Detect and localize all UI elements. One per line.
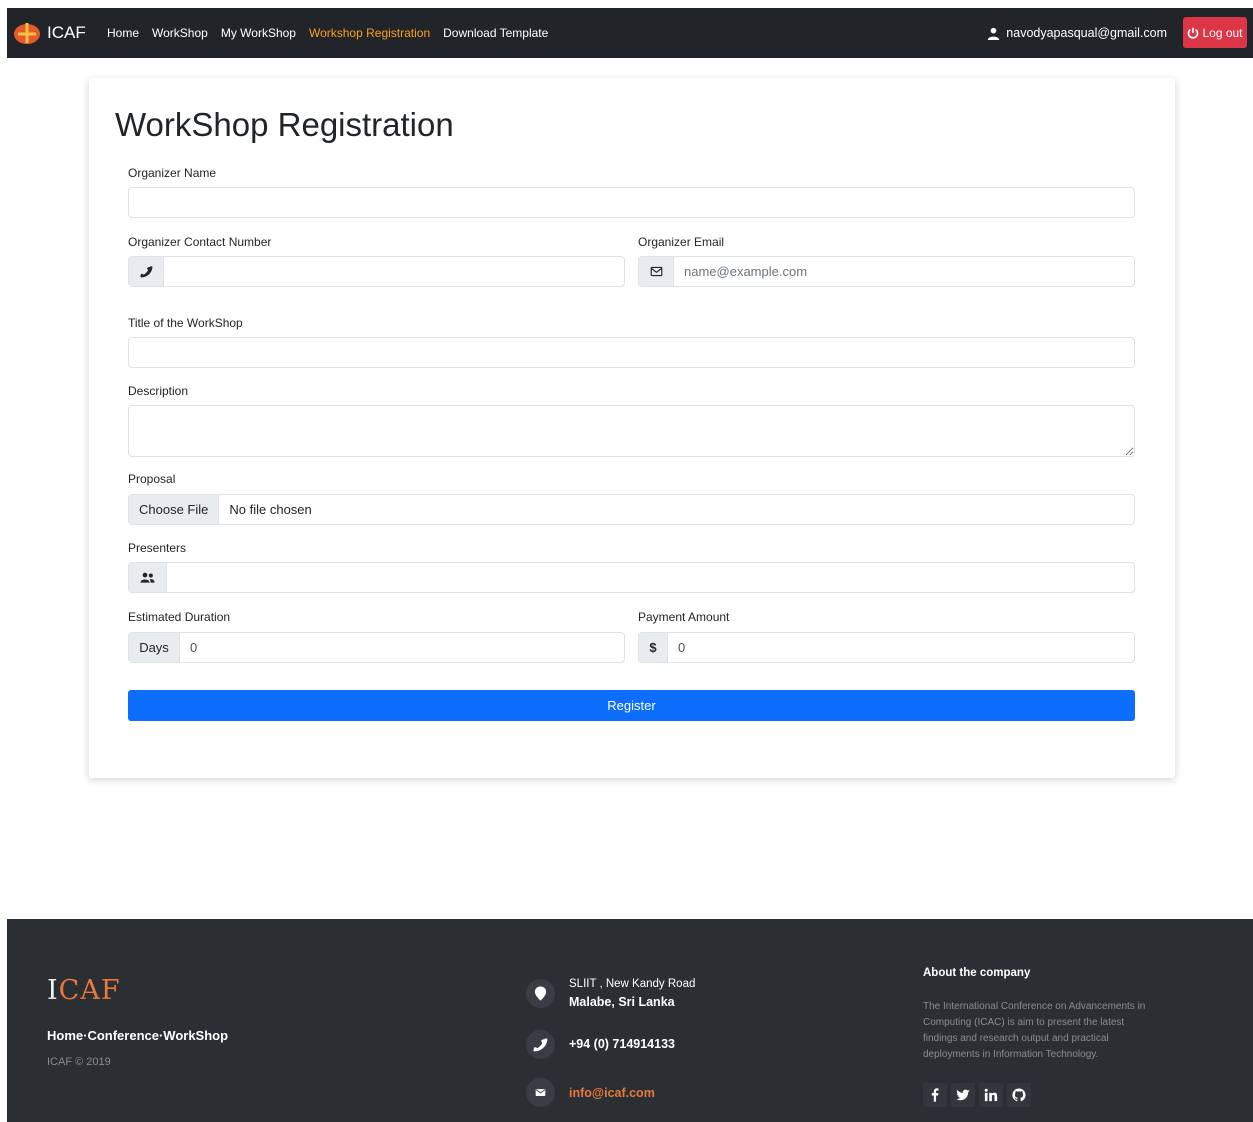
organizer-email-input[interactable]	[674, 257, 1134, 286]
logout-label: Log out	[1202, 25, 1243, 40]
payment-group: $	[638, 632, 1135, 663]
register-button[interactable]: Register	[128, 690, 1135, 721]
workshop-title-input[interactable]	[129, 338, 1134, 367]
nav-link-download-template[interactable]: Download Template	[443, 26, 548, 40]
social-links	[923, 1083, 1031, 1107]
users-icon	[140, 572, 155, 583]
choose-file-button[interactable]: Choose File	[129, 495, 220, 524]
payment-label: Payment Amount	[638, 610, 730, 624]
organizer-email-label: Organizer Email	[638, 235, 725, 249]
address-line1: SLIIT , New Kandy Road	[569, 978, 696, 990]
contact-number-group	[128, 256, 625, 287]
contact-number-input[interactable]	[164, 257, 624, 286]
address-circle	[526, 979, 555, 1008]
envelope-icon	[535, 1089, 546, 1096]
days-addon: Days	[129, 633, 180, 662]
footer-address: SLIIT , New Kandy Road Malabe, Sri Lanka	[526, 975, 695, 1012]
presenters-group	[128, 562, 1135, 593]
organizer-name-field	[128, 187, 1135, 218]
map-marker-icon	[534, 986, 547, 1001]
footer-copyright: ICAF © 2019	[47, 1056, 111, 1068]
contact-addon	[129, 257, 164, 286]
workshop-title-label: Title of the WorkShop	[128, 316, 243, 330]
presenters-input[interactable]	[167, 563, 1134, 592]
facebook-link[interactable]	[923, 1083, 947, 1107]
twitter-icon	[956, 1089, 970, 1101]
nav-link-home[interactable]: Home	[107, 26, 139, 40]
footer-logo-rest: CAF	[58, 975, 121, 1006]
brand-name: ICAF	[47, 23, 86, 42]
footer-phone: +94 (0) 714914133	[526, 1030, 675, 1059]
footer-links[interactable]: Home·Conference·WorkShop	[47, 1028, 228, 1043]
user-info: navodyapasqual@gmail.com	[987, 8, 1167, 58]
logout-button[interactable]: Log out	[1183, 17, 1247, 48]
nav-links: Home WorkShop My WorkShop Workshop Regis…	[107, 8, 548, 58]
email-circle	[526, 1078, 555, 1107]
envelope-icon	[650, 266, 662, 277]
navbar-brand[interactable]: ICAF	[13, 21, 86, 45]
registration-card: WorkShop Registration Organizer Name Org…	[89, 78, 1175, 778]
nav-link-my-workshop[interactable]: My WorkShop	[221, 26, 296, 40]
email-addon	[639, 257, 674, 286]
github-link[interactable]	[1007, 1083, 1031, 1107]
phone-circle	[526, 1030, 555, 1059]
duration-group: Days	[128, 632, 625, 663]
facebook-icon	[931, 1088, 939, 1102]
phone-icon	[533, 1038, 548, 1052]
address-text: SLIIT , New Kandy Road Malabe, Sri Lanka	[569, 975, 695, 1012]
about-text: The International Conference on Advancem…	[923, 1001, 1146, 1060]
user-email: navodyapasqual@gmail.com	[1006, 26, 1167, 40]
user-icon	[988, 27, 1000, 40]
footer-logo[interactable]: ICAF	[47, 975, 121, 1006]
file-status: No file chosen	[229, 502, 312, 517]
linkedin-icon	[984, 1088, 998, 1102]
footer-email: info@icaf.com	[526, 1078, 655, 1107]
presenters-label: Presenters	[128, 541, 187, 555]
nav-link-workshop-registration[interactable]: Workshop Registration	[309, 26, 430, 40]
organizer-name-input[interactable]	[129, 188, 1134, 217]
description-field	[128, 405, 1135, 457]
duration-label: Estimated Duration	[128, 610, 231, 624]
proposal-label: Proposal	[128, 472, 176, 486]
footer-email-link[interactable]: info@icaf.com	[569, 1086, 655, 1100]
contact-number-label: Organizer Contact Number	[128, 235, 272, 249]
duration-input[interactable]	[180, 633, 624, 662]
address-line2: Malabe, Sri Lanka	[569, 995, 675, 1009]
description-textarea[interactable]	[129, 406, 1134, 456]
top-navbar: ICAF Home WorkShop My WorkShop Workshop …	[7, 8, 1253, 58]
dollar-addon: $	[639, 633, 668, 662]
page-title: WorkShop Registration	[115, 106, 454, 143]
workshop-title-field	[128, 337, 1135, 368]
about-title: About the company	[923, 967, 1031, 979]
phone-number: +94 (0) 714914133	[569, 1037, 675, 1051]
payment-input[interactable]	[668, 633, 1134, 662]
github-icon	[1012, 1088, 1026, 1102]
presenters-addon	[129, 563, 167, 592]
organizer-email-group	[638, 256, 1135, 287]
phone-text: +94 (0) 714914133	[569, 1035, 675, 1054]
organizer-name-label: Organizer Name	[128, 166, 217, 180]
nav-link-workshop[interactable]: WorkShop	[152, 26, 208, 40]
description-label: Description	[128, 384, 189, 398]
proposal-file-field[interactable]: Choose File No file chosen	[128, 494, 1135, 525]
app-frame: ICAF Home WorkShop My WorkShop Workshop …	[7, 8, 1253, 1122]
footer: ICAF Home·Conference·WorkShop ICAF © 201…	[7, 919, 1253, 1122]
phone-icon	[139, 266, 152, 278]
linkedin-link[interactable]	[979, 1083, 1003, 1107]
logo-icon	[14, 23, 40, 44]
power-icon	[1188, 27, 1199, 39]
twitter-link[interactable]	[951, 1083, 975, 1107]
footer-logo-initial: I	[47, 975, 59, 1006]
